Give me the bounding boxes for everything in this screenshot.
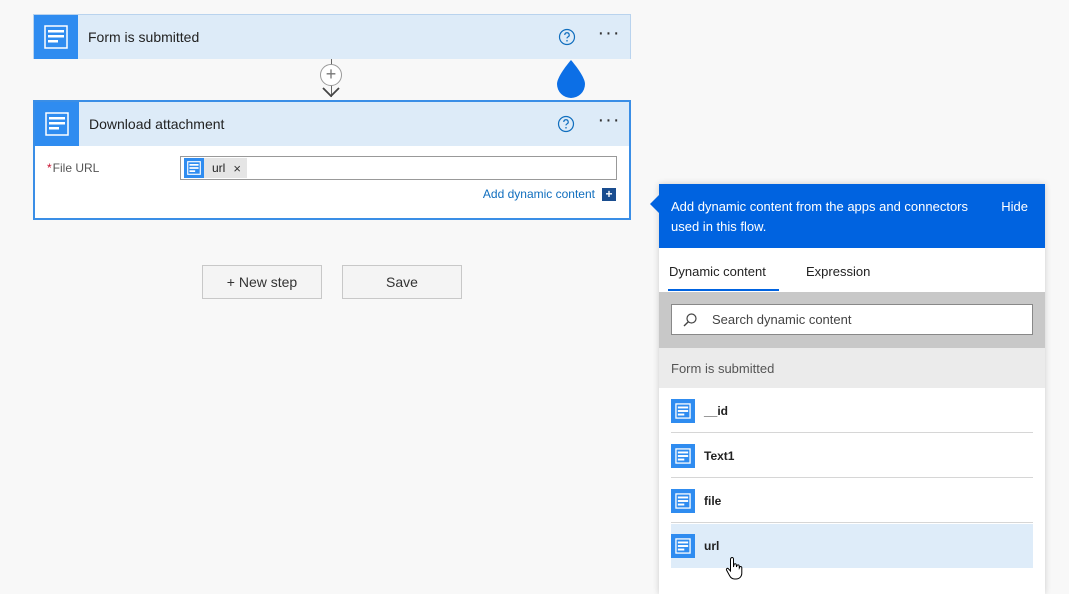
- help-icon[interactable]: [558, 28, 576, 46]
- step-card-form-submitted[interactable]: Form is submitted ···: [33, 14, 631, 59]
- more-options-icon[interactable]: ···: [596, 110, 622, 134]
- active-tab-indicator: [668, 289, 779, 291]
- step-card-download-attachment[interactable]: Download attachment ··· *File URL url × …: [33, 100, 631, 220]
- panel-message: Add dynamic content from the apps and co…: [671, 199, 969, 234]
- section-header: Form is submitted: [659, 348, 1045, 388]
- step-header[interactable]: Form is submitted ···: [34, 15, 630, 59]
- file-url-label-text: File URL: [52, 161, 100, 175]
- file-url-label: *File URL: [47, 161, 99, 175]
- tab-expression[interactable]: Expression: [806, 264, 870, 279]
- step-header[interactable]: Download attachment ···: [35, 102, 629, 146]
- help-icon[interactable]: [557, 115, 575, 133]
- search-area: [659, 292, 1045, 348]
- hide-panel-button[interactable]: Hide: [1001, 199, 1028, 214]
- form-icon: [671, 399, 695, 423]
- panel-tabs: Dynamic content Expression: [659, 248, 1045, 292]
- search-box[interactable]: [671, 304, 1033, 335]
- form-icon: [34, 15, 78, 59]
- file-url-input[interactable]: url ×: [180, 156, 617, 180]
- save-button[interactable]: Save: [342, 265, 462, 299]
- tab-dynamic-content[interactable]: Dynamic content: [669, 264, 766, 279]
- form-icon: [671, 534, 695, 558]
- panel-pointer: [650, 194, 660, 214]
- required-mark: *: [47, 161, 52, 175]
- list-item-label: file: [704, 494, 722, 508]
- add-dynamic-content-icon[interactable]: +: [602, 188, 616, 201]
- dynamic-content-panel: Add dynamic content from the apps and co…: [650, 184, 1045, 594]
- hand-cursor-icon: [725, 556, 743, 580]
- form-icon: [35, 102, 79, 146]
- form-icon: [184, 158, 204, 178]
- form-icon: [671, 489, 695, 513]
- list-item-text1[interactable]: Text1: [671, 434, 1033, 478]
- list-item-label: url: [704, 539, 720, 553]
- arrow-down-icon: [322, 87, 340, 98]
- list-item-id[interactable]: __id: [671, 389, 1033, 433]
- section-title: Form is submitted: [671, 361, 775, 376]
- more-options-icon[interactable]: ···: [596, 23, 622, 47]
- search-input[interactable]: [712, 305, 1012, 334]
- step-title: Form is submitted: [88, 29, 200, 45]
- add-dynamic-content-link[interactable]: Add dynamic content: [483, 187, 595, 201]
- list-item-label: __id: [704, 404, 729, 418]
- search-icon: [683, 313, 697, 327]
- step-title: Download attachment: [89, 116, 225, 132]
- new-step-button[interactable]: + New step: [202, 265, 322, 299]
- list-item-file[interactable]: file: [671, 479, 1033, 523]
- drop-target-icon: [557, 60, 585, 98]
- remove-token-icon[interactable]: ×: [233, 161, 241, 176]
- panel-header: Add dynamic content from the apps and co…: [650, 184, 1045, 248]
- token-label: url: [212, 161, 226, 175]
- list-item-label: Text1: [704, 449, 735, 463]
- form-icon: [671, 444, 695, 468]
- dynamic-token-url[interactable]: url ×: [184, 158, 247, 178]
